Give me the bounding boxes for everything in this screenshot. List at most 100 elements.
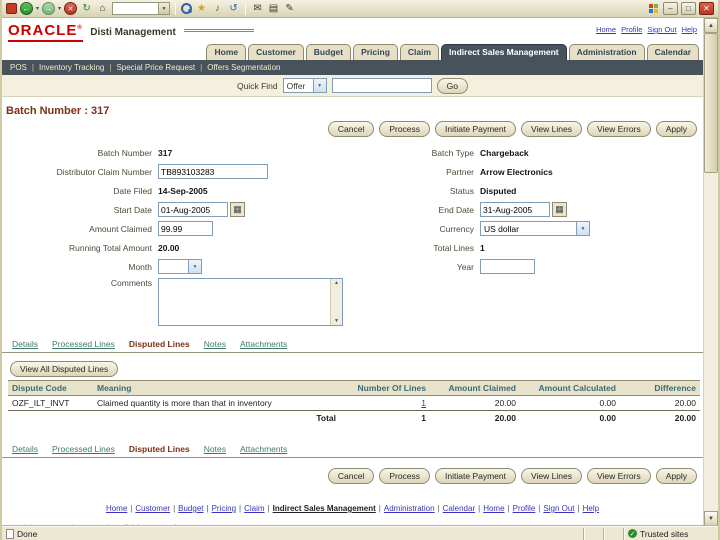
- footer-link-indirect-sales-management[interactable]: Indirect Sales Management: [273, 504, 376, 513]
- apply-button[interactable]: Apply: [655, 121, 697, 137]
- subtab-disputed-lines-bottom[interactable]: Disputed Lines: [129, 444, 190, 454]
- year-input[interactable]: [480, 259, 535, 274]
- tab-indirect-sales-management[interactable]: Indirect Sales Management: [441, 44, 567, 60]
- close-button[interactable]: ✕: [699, 2, 714, 15]
- subtab-processed-lines[interactable]: Processed Lines: [52, 339, 115, 349]
- subtab-attachments[interactable]: Attachments: [240, 339, 287, 349]
- restore-button[interactable]: □: [681, 2, 696, 15]
- subtab-notes[interactable]: Notes: [204, 339, 226, 349]
- browser-viewport: ORACLE® Disti Management Home Profile Si…: [2, 18, 718, 526]
- subnav-offers-segmentation[interactable]: Offers Segmentation: [207, 63, 280, 72]
- mail-icon[interactable]: ✉: [251, 2, 264, 15]
- edit-icon[interactable]: ✎: [283, 2, 296, 15]
- footer-link-profile[interactable]: Profile: [513, 504, 536, 513]
- disputed-lines-table: Dispute Code Meaning Number Of Lines Amo…: [8, 380, 700, 425]
- scroll-up-icon[interactable]: ▲: [334, 280, 339, 286]
- amount-claimed-input[interactable]: [158, 221, 213, 236]
- initiate-payment-button-bottom[interactable]: Initiate Payment: [435, 468, 516, 484]
- footer-link-claim[interactable]: Claim: [244, 504, 264, 513]
- back-menu-icon[interactable]: ▾: [36, 5, 39, 12]
- cancel-button[interactable]: Cancel: [327, 121, 375, 137]
- search-icon[interactable]: [181, 3, 193, 14]
- start-date-input[interactable]: [158, 202, 228, 217]
- table-total-row: Total 1 20.00 0.00 20.00: [8, 410, 700, 425]
- tab-pricing[interactable]: Pricing: [353, 44, 398, 60]
- footer-link-home[interactable]: Home: [106, 504, 127, 513]
- tab-calendar[interactable]: Calendar: [646, 44, 699, 60]
- view-all-disputed-lines-button[interactable]: View All Disputed Lines: [10, 361, 119, 377]
- subnav-special-price-request[interactable]: Special Price Request: [116, 63, 195, 72]
- cancel-button-bottom[interactable]: Cancel: [327, 468, 375, 484]
- header-link-profile[interactable]: Profile: [621, 25, 642, 34]
- scroll-down-icon[interactable]: ▼: [704, 511, 718, 526]
- view-lines-button-bottom[interactable]: View Lines: [521, 468, 582, 484]
- address-dropdown-icon[interactable]: ▼: [158, 3, 170, 14]
- apply-button-bottom[interactable]: Apply: [655, 468, 697, 484]
- calendar-icon[interactable]: ▦: [552, 202, 567, 217]
- footer-separator: |: [130, 504, 133, 513]
- favorites-icon[interactable]: ★: [195, 2, 208, 15]
- number-of-lines-link[interactable]: 1: [421, 398, 426, 408]
- subtab-details-bottom[interactable]: Details: [12, 444, 38, 454]
- forward-menu-icon[interactable]: ▾: [58, 5, 61, 12]
- tab-home[interactable]: Home: [206, 44, 247, 60]
- tab-claim[interactable]: Claim: [399, 44, 440, 60]
- header-link-home[interactable]: Home: [596, 25, 616, 34]
- stop-icon[interactable]: ✕: [64, 2, 78, 15]
- footer-link-administration[interactable]: Administration: [384, 504, 435, 513]
- footer-link-customer[interactable]: Customer: [135, 504, 170, 513]
- distributor-claim-number-input[interactable]: [158, 164, 268, 179]
- scrollbar-track[interactable]: [704, 33, 718, 511]
- home-icon[interactable]: ⌂: [96, 2, 109, 15]
- subtab-disputed-lines[interactable]: Disputed Lines: [129, 339, 190, 349]
- tab-administration[interactable]: Administration: [568, 44, 645, 60]
- subtab-notes-bottom[interactable]: Notes: [204, 444, 226, 454]
- footer-link-help[interactable]: Help: [583, 504, 599, 513]
- comments-textarea[interactable]: [159, 279, 329, 323]
- subnav-pos[interactable]: POS: [10, 63, 27, 72]
- vertical-scrollbar[interactable]: ▲ ▼: [703, 18, 718, 526]
- print-icon[interactable]: ▤: [267, 2, 280, 15]
- footer-link-signout[interactable]: Sign Out: [543, 504, 574, 513]
- subnav-inventory-tracking[interactable]: Inventory Tracking: [39, 63, 104, 72]
- process-button[interactable]: Process: [379, 121, 431, 137]
- total-difference: 20.00: [620, 410, 700, 425]
- end-date-input[interactable]: [480, 202, 550, 217]
- minimize-button[interactable]: –: [663, 2, 678, 15]
- tab-customer[interactable]: Customer: [248, 44, 304, 60]
- address-box[interactable]: ▼: [112, 2, 171, 15]
- refresh-icon[interactable]: ↻: [80, 2, 93, 15]
- scrollbar-thumb[interactable]: [704, 33, 718, 173]
- footer-separator: |: [577, 504, 580, 513]
- header-link-signout[interactable]: Sign Out: [647, 25, 676, 34]
- end-date-label: End Date: [438, 204, 474, 215]
- initiate-payment-button[interactable]: Initiate Payment: [435, 121, 516, 137]
- view-errors-button-bottom[interactable]: View Errors: [586, 468, 651, 484]
- subtab-attachments-bottom[interactable]: Attachments: [240, 444, 287, 454]
- quick-find-category-select[interactable]: Offer ▼: [282, 78, 327, 93]
- tab-budget[interactable]: Budget: [305, 44, 352, 60]
- history-icon[interactable]: ↺: [227, 2, 240, 15]
- month-select[interactable]: ▼: [158, 259, 202, 274]
- quick-find-go-button[interactable]: Go: [436, 77, 468, 94]
- media-icon[interactable]: ♪: [211, 2, 224, 15]
- header-link-help[interactable]: Help: [682, 25, 697, 34]
- footer-link-pricing[interactable]: Pricing: [212, 504, 236, 513]
- footer-link-home2[interactable]: Home: [483, 504, 504, 513]
- scroll-down-icon[interactable]: ▼: [334, 318, 339, 324]
- process-button-bottom[interactable]: Process: [379, 468, 431, 484]
- comments-scrollbar[interactable]: ▲ ▼: [330, 279, 342, 325]
- calendar-icon[interactable]: ▦: [230, 202, 245, 217]
- cell-meaning: Claimed quantity is more than that in in…: [97, 398, 272, 408]
- view-errors-button[interactable]: View Errors: [586, 121, 651, 137]
- footer-link-calendar[interactable]: Calendar: [443, 504, 475, 513]
- subtab-details[interactable]: Details: [12, 339, 38, 349]
- back-icon[interactable]: ←: [20, 2, 33, 15]
- subtab-processed-lines-bottom[interactable]: Processed Lines: [52, 444, 115, 454]
- currency-select[interactable]: US dollar ▼: [480, 221, 590, 236]
- footer-link-budget[interactable]: Budget: [178, 504, 203, 513]
- quick-find-input[interactable]: [331, 78, 432, 93]
- view-lines-button[interactable]: View Lines: [521, 121, 582, 137]
- scroll-up-icon[interactable]: ▲: [704, 18, 718, 33]
- forward-icon[interactable]: →: [42, 2, 56, 15]
